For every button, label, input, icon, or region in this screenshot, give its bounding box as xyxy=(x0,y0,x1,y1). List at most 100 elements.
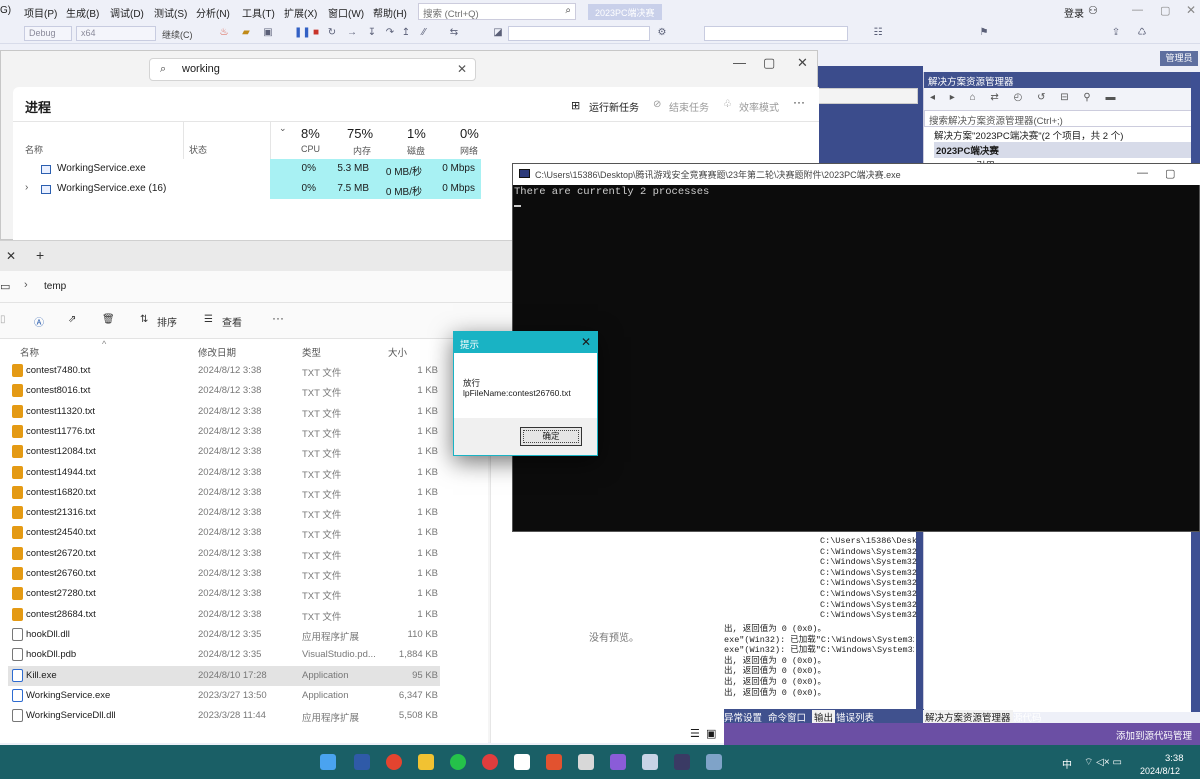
solution-explorer-search[interactable]: 搜索解决方案资源管理器(Ctrl+;) xyxy=(924,110,1192,127)
tab-source-control[interactable]: 源代码 xyxy=(1013,710,1042,724)
chevron-right-icon[interactable]: › xyxy=(25,182,28,193)
new-tab-icon[interactable]: + xyxy=(36,247,44,263)
flag-icon[interactable]: ⚑ xyxy=(978,27,990,39)
file-row[interactable]: contest24540.txt 2024/8/12 3:38 TXT 文件 1 KB xyxy=(8,523,440,543)
menu-extensions[interactable]: 扩展(X) xyxy=(284,5,317,20)
close-icon[interactable]: ✕ xyxy=(581,335,591,349)
file-row[interactable]: contest26720.txt 2024/8/12 3:38 TXT 文件 1 KB xyxy=(8,544,440,564)
file-row[interactable]: contest12084.txt 2024/8/12 3:38 TXT 文件 1 KB xyxy=(8,442,440,462)
start-icon[interactable] xyxy=(320,754,336,770)
menu-help[interactable]: 帮助(H) xyxy=(373,5,407,20)
run-new-task-button[interactable]: 运行新任务 xyxy=(589,99,639,114)
clock-date[interactable]: 2024/8/12 xyxy=(1140,766,1180,776)
folder-icon[interactable] xyxy=(418,754,434,770)
file-row[interactable]: WorkingServiceDll.dll 2023/3/28 11:44 应用程序… xyxy=(8,706,440,726)
vs-search-input[interactable]: 搜索 (Ctrl+Q) ⌕ xyxy=(418,3,576,20)
target-select[interactable] xyxy=(508,26,650,41)
minimize-icon[interactable]: — xyxy=(733,55,746,70)
menu-window[interactable]: 窗口(W) xyxy=(328,5,364,20)
maximize-icon[interactable]: ▢ xyxy=(763,55,775,71)
maximize-icon[interactable]: ▢ xyxy=(1160,4,1170,17)
menu-analyze[interactable]: 分析(N) xyxy=(196,5,230,20)
col-disk[interactable]: 磁盘 xyxy=(407,144,425,157)
console-app-icon[interactable] xyxy=(674,754,690,770)
share-icon[interactable]: ⇗ xyxy=(68,314,76,325)
tree-project[interactable]: 2023PC端决赛 xyxy=(934,142,1192,158)
add-source-control-button[interactable]: 添加到源代码管理 xyxy=(1116,728,1192,742)
view-toggle[interactable]: ☰ ▣ xyxy=(690,727,722,741)
end-task-button[interactable]: 结束任务 xyxy=(669,99,709,114)
close-icon[interactable]: ✕ xyxy=(797,55,808,71)
tab-error-list[interactable]: 错误列表 xyxy=(836,710,874,724)
task-manager-icon[interactable] xyxy=(642,754,658,770)
file-row[interactable]: contest27280.txt 2024/8/12 3:38 TXT 文件 1 KB xyxy=(8,584,440,604)
msgbox-app-icon[interactable] xyxy=(706,754,722,770)
pause-icon[interactable]: ❚❚ xyxy=(294,27,311,39)
hex-icon[interactable]: ⁄⁄ xyxy=(418,27,430,39)
signin-link[interactable]: 登录 xyxy=(1064,5,1084,20)
col-date[interactable]: 修改日期 xyxy=(198,345,236,359)
col-type[interactable]: 类型 xyxy=(302,345,321,359)
tiles-view-icon[interactable]: ▣ xyxy=(706,727,716,740)
view-button[interactable]: 查看 xyxy=(222,314,242,329)
chrome-icon[interactable] xyxy=(386,754,402,770)
step-icon[interactable]: → xyxy=(346,27,358,39)
close-icon[interactable]: ✕ xyxy=(1186,3,1196,17)
maximize-icon[interactable]: ▢ xyxy=(1165,167,1175,180)
rename-icon[interactable]: Ⓐ xyxy=(34,314,44,329)
account-icon[interactable]: ⚇ xyxy=(1088,4,1098,17)
ime-indicator[interactable]: 中 xyxy=(1062,756,1072,771)
hot-reload-icon[interactable]: ♨ xyxy=(218,27,230,39)
menu-build[interactable]: 生成(B) xyxy=(66,5,99,20)
file-row[interactable]: contest7480.txt 2024/8/12 3:38 TXT 文件 1 KB xyxy=(8,361,440,381)
wechat-icon[interactable] xyxy=(450,754,466,770)
attach-icon[interactable]: ⚙ xyxy=(656,27,668,39)
col-name[interactable]: 名称 xyxy=(20,345,39,359)
col-status[interactable]: 状态 xyxy=(189,143,207,156)
col-network[interactable]: 网络 xyxy=(460,144,478,157)
shield-icon[interactable] xyxy=(578,754,594,770)
clear-icon[interactable]: ✕ xyxy=(457,62,467,76)
restart-icon[interactable]: ↻ xyxy=(326,27,338,39)
col-cpu[interactable]: CPU xyxy=(301,144,320,154)
efficiency-mode-button[interactable]: 效率模式 xyxy=(739,99,779,114)
file-row[interactable]: contest8016.txt 2024/8/12 3:38 TXT 文件 1 KB xyxy=(8,381,440,401)
details-view-icon[interactable]: ☰ xyxy=(690,727,700,740)
close-tab-icon[interactable]: ✕ xyxy=(6,249,16,263)
minimize-icon[interactable]: — xyxy=(1132,4,1143,16)
file-row[interactable]: contest28684.txt 2024/8/12 3:38 TXT 文件 1 KB xyxy=(8,605,440,625)
netease-icon[interactable] xyxy=(482,754,498,770)
tab-output[interactable]: 输出 xyxy=(812,710,836,724)
thread-icon[interactable]: ⇆ xyxy=(448,27,460,39)
network-volume-icons[interactable]: ⌔ ◁× ▭ xyxy=(1084,756,1122,769)
file-row[interactable]: contest11776.txt 2024/8/12 3:38 TXT 文件 1 KB xyxy=(8,422,440,442)
delete-icon[interactable]: 🗑 xyxy=(102,314,115,325)
config-select[interactable]: Debug xyxy=(24,26,72,41)
menu-tools[interactable]: 工具(T) xyxy=(242,5,275,20)
continue-button[interactable]: 继续(C) xyxy=(162,28,193,41)
menu-git[interactable]: G) xyxy=(0,5,11,16)
more-icon[interactable]: ··· xyxy=(793,95,805,109)
col-size[interactable]: 大小 xyxy=(388,345,407,359)
tm-search-input[interactable]: ⌕ working ✕ xyxy=(149,58,476,81)
file-row[interactable]: hookDll.dll 2024/8/12 3:35 应用程序扩展 110 KB xyxy=(8,625,440,645)
file-row[interactable]: contest21316.txt 2024/8/12 3:38 TXT 文件 1 KB xyxy=(8,503,440,523)
copy-icon[interactable]: ▯ xyxy=(0,314,6,325)
ok-button[interactable]: 确定 xyxy=(520,427,582,446)
col-name[interactable]: 名称 xyxy=(25,143,43,156)
col-memory[interactable]: 内存 xyxy=(353,144,371,157)
share-icon[interactable]: ⇪ xyxy=(1110,27,1122,39)
menu-project[interactable]: 项目(P) xyxy=(24,5,57,20)
file-row[interactable]: hookDll.pdb 2024/8/12 3:35 VisualStudio.pd… xyxy=(8,645,440,665)
screen-icon[interactable]: ▣ xyxy=(262,27,274,39)
wps-icon[interactable] xyxy=(546,754,562,770)
step-out-icon[interactable]: ↥ xyxy=(400,27,412,39)
function-select[interactable] xyxy=(704,26,848,41)
file-row[interactable]: WorkingService.exe 2023/3/27 13:50 Applica… xyxy=(8,686,440,706)
step-over-icon[interactable]: ↷ xyxy=(384,27,396,39)
file-row[interactable]: contest14944.txt 2024/8/12 3:38 TXT 文件 1 KB xyxy=(8,463,440,483)
format-icon[interactable]: ☷ xyxy=(872,27,884,39)
tree-solution[interactable]: 解决方案"2023PC端决赛"(2 个项目，共 2 个) xyxy=(934,128,1123,142)
folder-icon[interactable]: ▰ xyxy=(240,27,252,39)
breadcrumb[interactable]: temp xyxy=(44,281,66,292)
